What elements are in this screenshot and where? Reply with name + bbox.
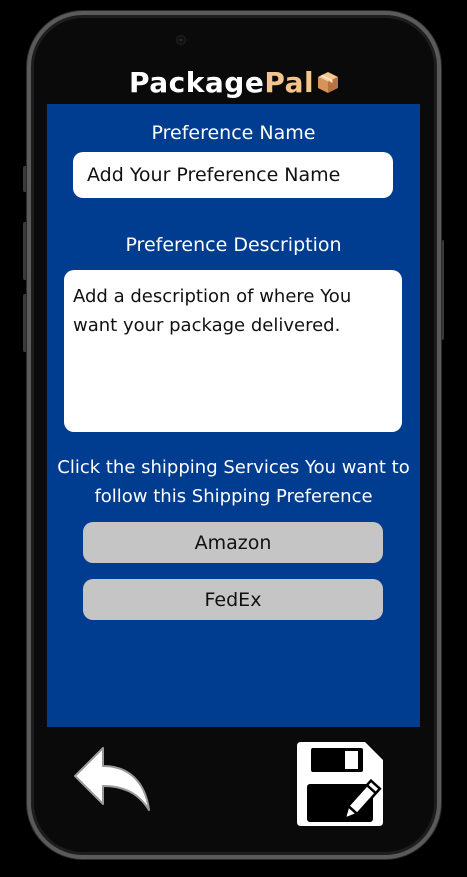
back-arrow-icon — [74, 747, 150, 811]
shipping-services-instructions: Click the shipping Services You want to … — [57, 457, 410, 507]
preference-name-input[interactable] — [73, 152, 393, 198]
floppy-save-edit-icon — [297, 742, 383, 826]
preference-form: Preference Name Preference Description C… — [47, 104, 420, 727]
logo-text-pal: Pal — [264, 65, 315, 99]
service-button-amazon[interactable]: Amazon — [83, 522, 383, 563]
logo-text-package: Package — [129, 65, 265, 99]
preference-description-input[interactable] — [64, 270, 402, 432]
save-button[interactable] — [295, 740, 385, 828]
front-camera — [176, 35, 186, 45]
app-logo: Package Pal — [129, 64, 340, 100]
package-box-icon — [318, 72, 339, 93]
back-button[interactable] — [69, 740, 153, 816]
preference-name-label: Preference Name — [151, 122, 316, 144]
preference-description-label: Preference Description — [125, 234, 342, 256]
service-button-fedex[interactable]: FedEx — [83, 579, 383, 620]
